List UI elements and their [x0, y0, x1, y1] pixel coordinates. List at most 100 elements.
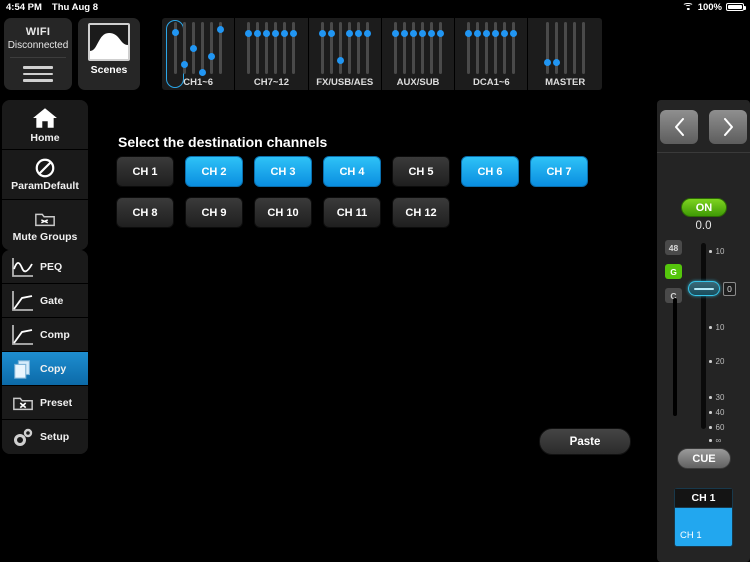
tick-dot	[709, 360, 712, 363]
battery-icon	[726, 2, 746, 12]
fader-thumbnail	[354, 22, 362, 74]
fader-thumbnail	[190, 22, 198, 74]
status-right-cluster: 100%	[682, 1, 746, 13]
chevron-left-icon	[674, 118, 684, 136]
fader-thumbnail	[543, 22, 551, 74]
sidebar-top-group: Home ParamDefault Mute Groups	[2, 100, 88, 250]
channel-level-value: 0.0	[695, 220, 712, 232]
channel-level-meter	[673, 298, 677, 416]
sidebar-item-setup[interactable]: Setup	[2, 420, 88, 454]
channel-button-ch12[interactable]: CH 12	[392, 197, 450, 228]
channel-on-button[interactable]: ON	[681, 198, 727, 217]
peq-curve-icon	[6, 255, 40, 279]
scenes-label: Scenes	[90, 64, 128, 76]
sidebar-item-label: ParamDefault	[11, 180, 79, 192]
group-tab-master[interactable]: MASTER	[528, 18, 601, 90]
channel-button-ch7[interactable]: CH 7	[530, 156, 588, 187]
mute-groups-folder-icon	[35, 213, 55, 226]
sidebar-bottom-group: PEQ Gate Comp Copy Preset Setup	[2, 250, 88, 454]
group-fader-thumbnails	[162, 22, 234, 76]
fader-scale-label: 10	[715, 247, 725, 256]
fader-thumbnail-knob	[199, 68, 207, 76]
channel-button-ch4[interactable]: CH 4	[323, 156, 381, 187]
group-tab-aux-sub[interactable]: AUX/SUB	[382, 18, 456, 90]
next-channel-button[interactable]	[709, 110, 747, 144]
channel-button-ch10[interactable]: CH 10	[254, 197, 312, 228]
paste-button[interactable]: Paste	[539, 428, 631, 455]
sidebar-item-home[interactable]: Home	[2, 100, 88, 150]
fader-thumbnail-knob	[208, 53, 216, 61]
fader-thumbnail	[327, 22, 335, 74]
channel-button-ch5[interactable]: CH 5	[392, 156, 450, 187]
sidebar-item-label: Comp	[40, 328, 70, 341]
selected-channel-card[interactable]: CH 1 CH 1	[674, 488, 733, 547]
channel-badge-48[interactable]: 48	[665, 240, 682, 255]
channel-button-ch9[interactable]: CH 9	[185, 197, 243, 228]
fader-thumbnail-knob	[363, 30, 371, 38]
fader-value-box: 0	[723, 281, 736, 296]
channel-badge-g[interactable]: G	[665, 264, 682, 279]
hamburger-menu-icon[interactable]	[23, 66, 53, 82]
fader-thumbnail	[272, 22, 280, 74]
gear-icon	[6, 425, 40, 449]
group-tab-ch7-12[interactable]: CH7~12	[235, 18, 309, 90]
fader-thumbnail-knob	[172, 29, 180, 37]
channel-button-ch6[interactable]: CH 6	[461, 156, 519, 187]
channel-button-ch2[interactable]: CH 2	[185, 156, 243, 187]
selected-channel-name: CH 1	[680, 530, 702, 541]
home-icon	[33, 108, 57, 128]
channel-button-ch3[interactable]: CH 3	[254, 156, 312, 187]
fader-thumbnail-knob	[492, 30, 500, 38]
sidebar-item-paramdefault[interactable]: ParamDefault	[2, 150, 88, 200]
fader-scale-label: 60	[715, 423, 725, 432]
battery-percent-label: 100%	[697, 1, 722, 13]
fader-thumbnail-knob	[543, 59, 551, 67]
scenes-button[interactable]: Scenes	[78, 18, 140, 90]
channel-button-ch11[interactable]: CH 11	[323, 197, 381, 228]
fader-thumbnail	[336, 22, 344, 74]
fader-thumbnail-knob	[474, 30, 482, 38]
fader-thumbnail	[245, 22, 253, 74]
selected-channel-number: CH 1	[675, 489, 732, 508]
sidebar-item-gate[interactable]: Gate	[2, 284, 88, 318]
top-bar: WIFI Disconnected Scenes CH1~6 CH7~12 FX/U…	[0, 14, 750, 98]
fader-scale: 10 0 10 20 30 40 60 ∞	[709, 240, 749, 445]
cue-button[interactable]: CUE	[677, 448, 731, 469]
fader-thumbnail	[401, 22, 409, 74]
sidebar-item-copy[interactable]: Copy	[2, 352, 88, 386]
group-tab-ch1-6[interactable]: CH1~6	[162, 18, 236, 90]
fader-thumbnail	[281, 22, 289, 74]
fader-thumbnail-knob	[510, 30, 518, 38]
fader-thumbnail-knob	[272, 30, 280, 38]
wifi-status-box[interactable]: WIFI Disconnected	[4, 18, 72, 90]
tick-dot	[709, 439, 712, 442]
prev-channel-button[interactable]	[660, 110, 698, 144]
fader-thumbnail-knob	[336, 57, 344, 65]
fader-thumbnail	[410, 22, 418, 74]
fader-thumbnail-knob	[245, 30, 253, 38]
sidebar-item-label: PEQ	[40, 260, 63, 273]
fader-thumbnail-knob	[483, 30, 491, 38]
fader-scale-tick: 10	[709, 247, 724, 256]
fader-thumbnail	[172, 22, 180, 74]
fader-scale-label: ∞	[715, 436, 722, 445]
wifi-title: WIFI	[25, 26, 51, 38]
fader-thumbnail-knob	[552, 59, 560, 67]
sidebar-item-peq[interactable]: PEQ	[2, 250, 88, 284]
sidebar-item-comp[interactable]: Comp	[2, 318, 88, 352]
fader-thumbnail	[254, 22, 262, 74]
fader-handle[interactable]	[688, 281, 720, 296]
status-time: 4:54 PM	[6, 1, 42, 13]
tick-dot	[709, 250, 712, 253]
channel-button-ch1[interactable]: CH 1	[116, 156, 174, 187]
fader-thumbnail	[563, 22, 567, 74]
group-tab-fx-usb-aes[interactable]: FX/USB/AES	[309, 18, 382, 90]
channel-button-ch8[interactable]: CH 8	[116, 197, 174, 228]
group-tab-dca1-6[interactable]: DCA1~6	[455, 18, 529, 90]
fader-thumbnail	[363, 22, 371, 74]
sidebar-item-mute-groups[interactable]: Mute Groups	[2, 200, 88, 250]
fader-track[interactable]	[701, 243, 706, 429]
sidebar-item-preset[interactable]: Preset	[2, 386, 88, 420]
fader-thumbnail-knob	[281, 30, 289, 38]
preset-folder-icon	[13, 397, 33, 410]
